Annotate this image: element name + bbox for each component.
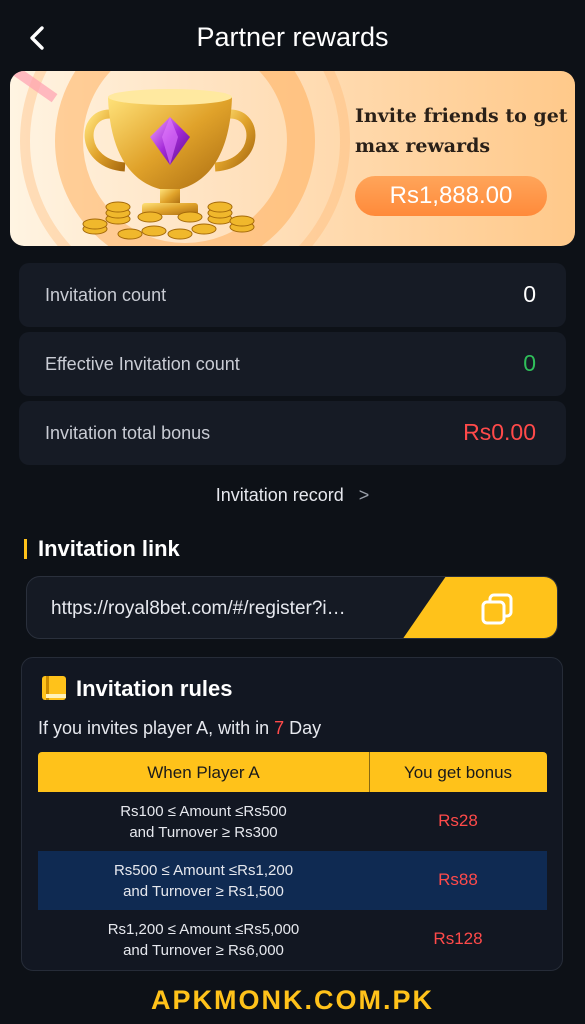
row-condition: Rs1,200 ≤ Amount ≤Rs5,000 and Turnover ≥… (38, 919, 369, 961)
table-row: Rs500 ≤ Amount ≤Rs1,200 and Turnover ≥ R… (38, 851, 547, 910)
invitation-url[interactable]: https://royal8bet.com/#/register?i… (51, 598, 396, 620)
heading-accent-bar (24, 539, 27, 559)
row-bonus: Rs28 (438, 811, 478, 830)
banner-headline-line1: Invite friends to get (355, 105, 568, 127)
stat-value: 0 (523, 350, 536, 376)
copy-link-button[interactable] (402, 577, 557, 638)
row-condition: Rs500 ≤ Amount ≤Rs1,200 and Turnover ≥ R… (38, 860, 369, 902)
row-bonus: Rs88 (438, 870, 478, 889)
banner-headline: Invite friends to get max rewards (355, 101, 570, 161)
stat-invitation-count: Invitation count 0 (19, 263, 566, 327)
invitation-record-link[interactable]: Invitation record > (0, 485, 585, 506)
max-reward-amount: Rs1,888.00 (355, 176, 547, 216)
invite-banner: Invite friends to get max rewards Rs1,88… (10, 71, 575, 246)
table-row: Rs100 ≤ Amount ≤Rs500 and Turnover ≥ Rs3… (38, 792, 547, 851)
chevron-right-icon: > (358, 485, 370, 505)
book-icon (42, 676, 66, 700)
condition-turnover: and Turnover ≥ Rs300 (129, 824, 278, 841)
rules-desc-suffix: Day (289, 718, 322, 738)
invitation-record-label: Invitation record (215, 485, 344, 505)
row-bonus: Rs128 (433, 929, 483, 948)
stat-label: Effective Invitation count (45, 354, 240, 374)
column-header-bonus: You get bonus (403, 763, 513, 782)
invitation-rules-title: Invitation rules (76, 676, 233, 701)
banner-headline-line2: max rewards (355, 135, 491, 157)
partner-rewards-page: Partner rewards Invite friends to get ma… (0, 0, 585, 1024)
table-row: Rs1,200 ≤ Amount ≤Rs5,000 and Turnover ≥… (38, 910, 547, 969)
stat-value: 0 (523, 281, 536, 307)
page-title: Partner rewards (196, 22, 389, 52)
invitation-link-title: Invitation link (38, 536, 180, 561)
rules-table-header: When Player A You get bonus (38, 752, 547, 792)
column-header-condition: When Player A (147, 763, 260, 782)
stat-value: Rs0.00 (463, 419, 536, 445)
stat-invitation-total-bonus: Invitation total bonus Rs0.00 (19, 401, 566, 465)
condition-amount: Rs100 ≤ Amount ≤Rs500 (120, 803, 287, 820)
stat-effective-invitation-count: Effective Invitation count 0 (19, 332, 566, 396)
condition-amount: Rs500 ≤ Amount ≤Rs1,200 (113, 862, 294, 879)
copy-icon (481, 593, 513, 625)
rules-desc-days: 7 (274, 718, 285, 738)
stat-label: Invitation count (45, 285, 167, 305)
row-condition: Rs100 ≤ Amount ≤Rs500 and Turnover ≥ Rs3… (38, 801, 369, 843)
stat-label: Invitation total bonus (45, 423, 211, 443)
invitation-rules-card: Invitation rules If you invites player A… (21, 657, 563, 971)
invitation-link-box: https://royal8bet.com/#/register?i… (26, 576, 558, 639)
condition-turnover: and Turnover ≥ Rs6,000 (123, 942, 284, 959)
condition-turnover: and Turnover ≥ Rs1,500 (123, 883, 284, 900)
header: Partner rewards (0, 0, 585, 76)
trophy-illustration (82, 89, 256, 240)
rules-description: If you invites player A, with in 7 Day (38, 718, 321, 739)
watermark-text: APKMONK.COM.PK (151, 985, 434, 1015)
condition-amount: Rs1,200 ≤ Amount ≤Rs5,000 (107, 921, 300, 938)
rules-table: When Player A You get bonus Rs100 ≤ Amou… (38, 752, 547, 969)
rules-desc-prefix: If you invites player A, with in (38, 718, 270, 738)
